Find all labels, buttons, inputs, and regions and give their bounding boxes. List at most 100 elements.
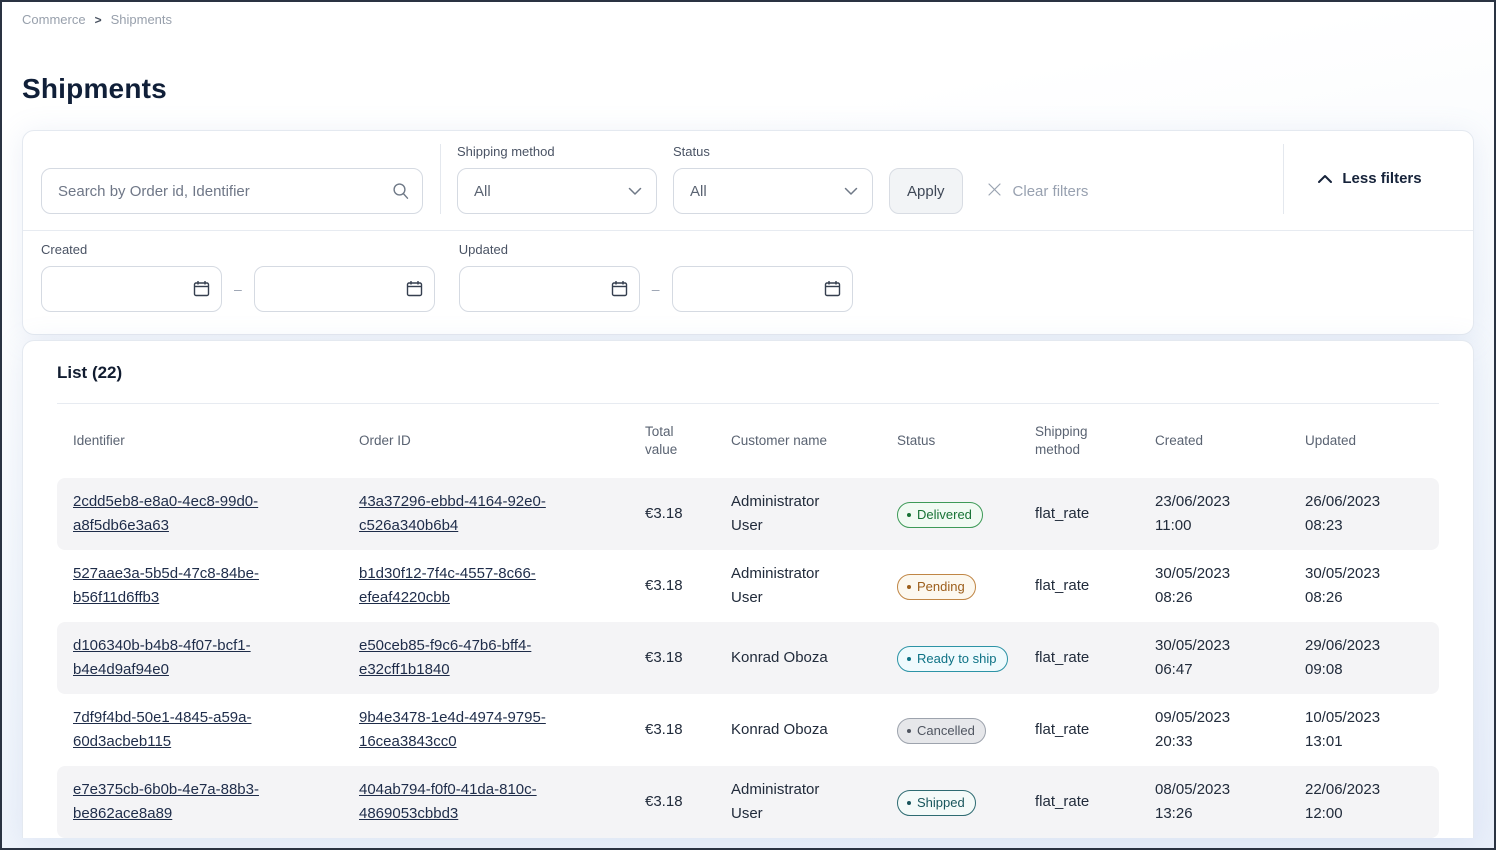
status-dot-icon	[907, 657, 911, 661]
col-updated: Updated	[1289, 432, 1439, 450]
order-id-link[interactable]: 43a37296-ebbd-4164-92e0-c526a340b6b4	[359, 490, 595, 538]
col-identifier: Identifier	[73, 432, 359, 450]
status-cell: Ready to ship	[881, 645, 1019, 672]
status-badge: Cancelled	[897, 718, 986, 744]
shipping-method-cell: flat_rate	[1019, 502, 1139, 526]
total-value-cell: €3.18	[629, 646, 715, 670]
table-header: Identifier Order ID Total value Customer…	[57, 404, 1439, 478]
list-title: List (22)	[57, 361, 1439, 385]
customer-name-cell: Konrad Oboza	[715, 718, 881, 742]
total-value-cell: €3.18	[629, 790, 715, 814]
table-rows: 2cdd5eb8-e8a0-4ec8-99d0-a8f5db6e3a63 43a3…	[57, 478, 1439, 838]
created-cell: 30/05/202308:26	[1139, 562, 1289, 610]
identifier-cell: e7e375cb-6b0b-4e7a-88b3-be862ace8a89	[73, 778, 359, 826]
customer-name-cell: Konrad Oboza	[715, 646, 881, 670]
chevron-down-icon	[628, 183, 642, 200]
order-id-cell: 9b4e3478-1e4d-4974-9795-16cea3843cc0	[359, 706, 629, 754]
shipping-method-cell: flat_rate	[1019, 790, 1139, 814]
status-cell: Delivered	[881, 501, 1019, 528]
updated-cell: 22/06/202312:00	[1289, 778, 1439, 826]
apply-button[interactable]: Apply	[889, 168, 963, 214]
order-id-link[interactable]: 9b4e3478-1e4d-4974-9795-16cea3843cc0	[359, 706, 595, 754]
table-row: 2cdd5eb8-e8a0-4ec8-99d0-a8f5db6e3a63 43a3…	[57, 478, 1439, 550]
total-value-cell: €3.18	[629, 718, 715, 742]
filter-panel: Shipping method All Status All	[22, 130, 1474, 335]
created-filter-label: Created	[41, 242, 435, 258]
shipping-method-label: Shipping method	[457, 144, 657, 160]
calendar-icon	[824, 280, 841, 302]
order-id-cell: e50ceb85-f9c6-47b6-bff4-e32cff1b1840	[359, 634, 629, 682]
status-badge: Delivered	[897, 502, 983, 528]
shipping-method-select[interactable]: All	[457, 168, 657, 214]
created-cell: 09/05/202320:33	[1139, 706, 1289, 754]
total-value-cell: €3.18	[629, 502, 715, 526]
customer-name-cell: Administrator User	[715, 562, 881, 610]
order-id-cell: 43a37296-ebbd-4164-92e0-c526a340b6b4	[359, 490, 629, 538]
status-dot-icon	[907, 585, 911, 589]
breadcrumb: Commerce > Shipments	[2, 2, 1494, 27]
updated-cell: 30/05/202308:26	[1289, 562, 1439, 610]
clear-filters-button[interactable]: Clear filters	[987, 168, 1089, 214]
updated-cell: 26/06/202308:23	[1289, 490, 1439, 538]
created-cell: 08/05/202313:26	[1139, 778, 1289, 826]
status-cell: Cancelled	[881, 717, 1019, 744]
status-cell: Pending	[881, 573, 1019, 600]
created-cell: 30/05/202306:47	[1139, 634, 1289, 682]
status-badge: Ready to ship	[897, 646, 1008, 672]
identifier-link[interactable]: 7df9f4bd-50e1-4845-a59a-60d3acbeb115	[73, 706, 309, 754]
identifier-link[interactable]: 527aae3a-5b5d-47c8-84be-b56f11d6ffb3	[73, 562, 309, 610]
range-separator: –	[652, 281, 660, 297]
identifier-cell: 7df9f4bd-50e1-4845-a59a-60d3acbeb115	[73, 706, 359, 754]
status-label: Status	[673, 144, 873, 160]
calendar-icon	[611, 280, 628, 302]
status-badge: Shipped	[897, 790, 976, 816]
close-icon	[987, 182, 1002, 201]
status-select[interactable]: All	[673, 168, 873, 214]
identifier-cell: d106340b-b4b8-4f07-bcf1-b4e4d9af94e0	[73, 634, 359, 682]
shipping-method-cell: flat_rate	[1019, 574, 1139, 598]
col-customer-name: Customer name	[715, 432, 881, 450]
customer-name-cell: Administrator User	[715, 490, 881, 538]
filter-row-main: Shipping method All Status All	[23, 131, 1473, 231]
shipments-list-panel: List (22) Identifier Order ID Total valu…	[22, 340, 1474, 838]
table-row: e7e375cb-6b0b-4e7a-88b3-be862ace8a89 404a…	[57, 766, 1439, 838]
identifier-cell: 527aae3a-5b5d-47c8-84be-b56f11d6ffb3	[73, 562, 359, 610]
order-id-cell: b1d30f12-7f4c-4557-8c66-efeaf4220cbb	[359, 562, 629, 610]
breadcrumb-separator: >	[95, 13, 102, 27]
calendar-icon	[406, 280, 423, 302]
breadcrumb-commerce[interactable]: Commerce	[22, 12, 86, 27]
identifier-link[interactable]: 2cdd5eb8-e8a0-4ec8-99d0-a8f5db6e3a63	[73, 490, 309, 538]
page-title: Shipments	[22, 73, 1494, 105]
order-id-link[interactable]: 404ab794-f0f0-41da-810c-4869053cbbd3	[359, 778, 595, 826]
range-separator: –	[234, 281, 242, 297]
table-row: d106340b-b4b8-4f07-bcf1-b4e4d9af94e0 e50c…	[57, 622, 1439, 694]
status-dot-icon	[907, 801, 911, 805]
chevron-up-icon	[1317, 174, 1333, 184]
status-badge: Pending	[897, 574, 976, 600]
search-icon	[392, 182, 410, 205]
status-dot-icon	[907, 513, 911, 517]
chevron-down-icon	[844, 183, 858, 200]
identifier-link[interactable]: d106340b-b4b8-4f07-bcf1-b4e4d9af94e0	[73, 634, 309, 682]
updated-filter-label: Updated	[459, 242, 853, 258]
shipments-page: Commerce > Shipments Shipments	[0, 0, 1496, 850]
col-total-value: Total value	[629, 423, 677, 459]
col-status: Status	[881, 432, 1019, 450]
table-row: 527aae3a-5b5d-47c8-84be-b56f11d6ffb3 b1d3…	[57, 550, 1439, 622]
status-cell: Shipped	[881, 789, 1019, 816]
filter-row-dates: Created –	[23, 231, 1473, 334]
updated-cell: 29/06/202309:08	[1289, 634, 1439, 682]
search-input[interactable]	[41, 168, 423, 214]
status-dot-icon	[907, 729, 911, 733]
updated-cell: 10/05/202313:01	[1289, 706, 1439, 754]
less-filters-toggle[interactable]: Less filters	[1283, 144, 1455, 214]
order-id-cell: 404ab794-f0f0-41da-810c-4869053cbbd3	[359, 778, 629, 826]
order-id-link[interactable]: e50ceb85-f9c6-47b6-bff4-e32cff1b1840	[359, 634, 595, 682]
identifier-link[interactable]: e7e375cb-6b0b-4e7a-88b3-be862ace8a89	[73, 778, 309, 826]
shipping-method-cell: flat_rate	[1019, 718, 1139, 742]
breadcrumb-shipments[interactable]: Shipments	[111, 12, 172, 27]
shipping-method-cell: flat_rate	[1019, 646, 1139, 670]
total-value-cell: €3.18	[629, 574, 715, 598]
order-id-link[interactable]: b1d30f12-7f4c-4557-8c66-efeaf4220cbb	[359, 562, 595, 610]
col-shipping-method: Shipping method	[1019, 423, 1081, 459]
